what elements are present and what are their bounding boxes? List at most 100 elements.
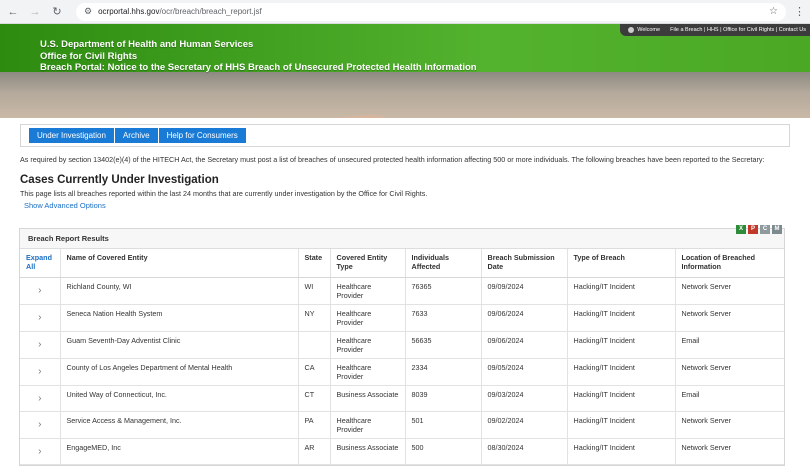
cell-breach-location: Network Server [675, 277, 784, 305]
cell-entity-type: Business Associate [330, 438, 406, 465]
hand-image [147, 110, 413, 118]
url-host: ocrportal.hhs.gov [98, 7, 160, 16]
cell-breach-type: Hacking/IT Incident [567, 358, 676, 386]
table-row[interactable]: › Service Access & Management, Inc. PA Heal… [20, 411, 784, 439]
cell-individuals-affected: 2334 [405, 358, 482, 386]
table-row[interactable]: › Seneca Nation Health System NY Healthcare… [20, 304, 784, 332]
column-header-entity-type[interactable]: Covered Entity Type [330, 249, 406, 278]
cell-breach-location: Network Server [675, 358, 784, 386]
department-title: U.S. Department of Health and Human Serv… [40, 39, 254, 50]
cell-breach-type: Hacking/IT Incident [567, 411, 676, 439]
cell-entity-type: Healthcare Provider [330, 358, 406, 386]
banner-titles: U.S. Department of Health and Human Serv… [40, 39, 477, 74]
cell-submission-date: 09/06/2024 [481, 304, 568, 332]
cell-individuals-affected: 501 [405, 411, 482, 439]
cell-entity-name: Guam Seventh-Day Adventist Clinic [60, 331, 299, 359]
welcome-label: Welcome [628, 27, 660, 33]
cell-entity-name: County of Los Angeles Department of Ment… [60, 358, 299, 386]
tab-bar: Under Investigation Archive Help for Con… [20, 124, 790, 147]
portal-title: Breach Portal: Notice to the Secretary o… [40, 62, 477, 73]
page-title: Cases Currently Under Investigation [20, 174, 219, 186]
reload-icon[interactable]: ↻ [50, 5, 64, 19]
show-advanced-options-link[interactable]: Show Advanced Options [24, 201, 786, 210]
export-icons: X P C M [736, 225, 782, 234]
cell-entity-type: Healthcare Provider [330, 304, 406, 332]
cell-submission-date: 09/02/2024 [481, 411, 568, 439]
cell-submission-date: 08/30/2024 [481, 438, 568, 465]
breach-results-panel: Breach Report Results X P C M Expand All… [19, 225, 785, 466]
cell-state: AR [298, 438, 331, 465]
cell-state: PA [298, 411, 331, 439]
export-pdf-icon[interactable]: P [748, 225, 758, 234]
expand-row-chevron-icon[interactable]: › [20, 411, 61, 439]
cell-breach-location: Network Server [675, 438, 784, 465]
cell-entity-type: Healthcare Provider [330, 331, 406, 359]
cell-entity-name: Seneca Nation Health System [60, 304, 299, 332]
top-nav-links[interactable]: File a Breach | HHS | Office for Civil R… [670, 27, 806, 33]
address-bar[interactable]: ⚙ ocrportal.hhs.gov/ocr/breach/breach_re… [76, 2, 786, 21]
back-arrow-icon[interactable]: ← [6, 5, 20, 19]
cell-individuals-affected: 7633 [405, 304, 482, 332]
cell-breach-type: Hacking/IT Incident [567, 438, 676, 465]
cell-entity-type: Healthcare Provider [330, 411, 406, 439]
table-row[interactable]: › United Way of Connecticut, Inc. CT Busine… [20, 385, 784, 412]
cell-state [298, 331, 331, 359]
expand-row-chevron-icon[interactable]: › [20, 438, 61, 465]
browser-menu-icon[interactable]: ⋮ [794, 5, 805, 18]
cell-breach-location: Email [675, 331, 784, 359]
results-title: Breach Report Results [28, 234, 109, 243]
column-header-state[interactable]: State [298, 249, 331, 278]
bookmark-star-icon[interactable]: ☆ [769, 6, 778, 17]
export-csv-icon[interactable]: C [760, 225, 770, 234]
cell-breach-location: Email [675, 385, 784, 412]
cell-entity-name: EngageMED, Inc [60, 438, 299, 465]
tab-help-for-consumers[interactable]: Help for Consumers [158, 128, 246, 143]
breach-table: Expand All Name of Covered Entity State … [20, 249, 784, 465]
banner-photo [0, 72, 810, 118]
cell-state: CA [298, 358, 331, 386]
browser-toolbar: ← → ↻ ⚙ ocrportal.hhs.gov/ocr/breach/bre… [0, 0, 810, 24]
expand-row-chevron-icon[interactable]: › [20, 304, 61, 332]
column-header-location[interactable]: Location of Breached Information [675, 249, 784, 278]
cell-submission-date: 09/06/2024 [481, 331, 568, 359]
tab-archive[interactable]: Archive [114, 128, 158, 143]
top-nav: Welcome File a Breach | HHS | Office for… [620, 24, 810, 36]
page-description: This page lists all breaches reported wi… [20, 189, 428, 198]
results-header: Breach Report Results X P C M [20, 225, 784, 249]
table-row[interactable]: › Guam Seventh-Day Adventist Clinic Health… [20, 331, 784, 359]
table-row[interactable]: › County of Los Angeles Department of Men… [20, 358, 784, 386]
user-icon [628, 27, 635, 33]
expand-row-chevron-icon[interactable]: › [20, 385, 61, 412]
expand-all-link[interactable]: Expand All [20, 249, 61, 278]
cell-entity-type: Business Associate [330, 385, 406, 412]
column-header-individuals-affected[interactable]: Individuals Affected [405, 249, 482, 278]
expand-row-chevron-icon[interactable]: › [20, 358, 61, 386]
cell-entity-name: Richland County, WI [60, 277, 299, 305]
site-info-icon[interactable]: ⚙ [84, 6, 92, 17]
cell-individuals-affected: 76365 [405, 277, 482, 305]
column-header-breach-type[interactable]: Type of Breach [567, 249, 676, 278]
tab-under-investigation[interactable]: Under Investigation [29, 128, 114, 143]
table-row[interactable]: › EngageMED, Inc AR Business Associate 500 08… [20, 438, 784, 465]
cell-entity-type: Healthcare Provider [330, 277, 406, 305]
cell-submission-date: 09/05/2024 [481, 358, 568, 386]
intro-text: As required by section 13402(e)(4) of th… [20, 155, 765, 164]
cell-breach-type: Hacking/IT Incident [567, 331, 676, 359]
cell-individuals-affected: 500 [405, 438, 482, 465]
export-excel-icon[interactable]: X [736, 225, 746, 234]
expand-row-chevron-icon[interactable]: › [20, 277, 61, 305]
export-xml-icon[interactable]: M [772, 225, 782, 234]
cell-individuals-affected: 8039 [405, 385, 482, 412]
table-row[interactable]: › Richland County, WI WI Healthcare Provide… [20, 277, 784, 305]
cell-breach-type: Hacking/IT Incident [567, 277, 676, 305]
cell-individuals-affected: 56635 [405, 331, 482, 359]
cell-breach-location: Network Server [675, 411, 784, 439]
site-banner: U.S. Department of Health and Human Serv… [0, 24, 810, 118]
cell-state: CT [298, 385, 331, 412]
forward-arrow-icon[interactable]: → [28, 5, 42, 19]
cell-entity-name: United Way of Connecticut, Inc. [60, 385, 299, 412]
column-header-submission-date[interactable]: Breach Submission Date [481, 249, 568, 278]
expand-row-chevron-icon[interactable]: › [20, 331, 61, 359]
column-header-name[interactable]: Name of Covered Entity [60, 249, 299, 278]
table-header-row: Expand All Name of Covered Entity State … [20, 249, 784, 278]
